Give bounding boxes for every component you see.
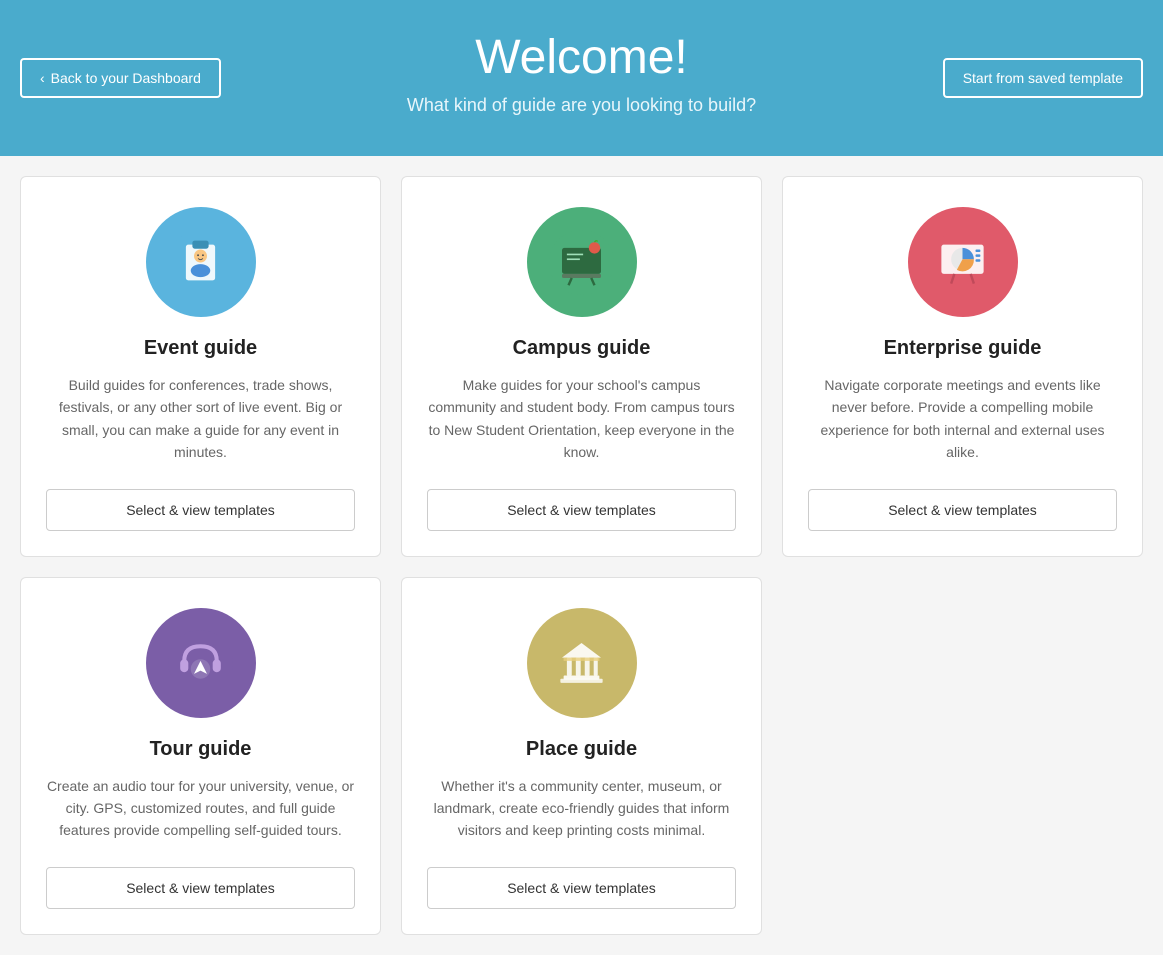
card-grid-bottom: Tour guide Create an audio tour for your… <box>0 577 1163 955</box>
tour-guide-card: Tour guide Create an audio tour for your… <box>20 577 381 935</box>
card-grid-top: Event guide Build guides for conferences… <box>0 156 1163 577</box>
enterprise-guide-card: Enterprise guide Navigate corporate meet… <box>782 176 1143 557</box>
place-guide-card: Place guide Whether it's a community cen… <box>401 577 762 935</box>
campus-guide-icon <box>527 207 637 317</box>
tour-guide-icon <box>146 608 256 718</box>
campus-guide-title: Campus guide <box>513 337 651 360</box>
campus-guide-select-button[interactable]: Select & view templates <box>427 489 736 531</box>
event-guide-icon <box>146 207 256 317</box>
back-to-dashboard-button[interactable]: ‹ Back to your Dashboard <box>20 58 221 98</box>
tour-guide-description: Create an audio tour for your university… <box>46 775 355 842</box>
enterprise-guide-select-button[interactable]: Select & view templates <box>808 489 1117 531</box>
place-guide-select-button[interactable]: Select & view templates <box>427 867 736 909</box>
enterprise-guide-title: Enterprise guide <box>884 337 1042 360</box>
place-guide-icon <box>527 608 637 718</box>
page-subtitle: What kind of guide are you looking to bu… <box>20 95 1143 116</box>
enterprise-guide-icon <box>908 207 1018 317</box>
tour-guide-select-button[interactable]: Select & view templates <box>46 867 355 909</box>
event-guide-description: Build guides for conferences, trade show… <box>46 374 355 464</box>
header: ‹ Back to your Dashboard Welcome! What k… <box>0 0 1163 156</box>
campus-guide-card: Campus guide Make guides for your school… <box>401 176 762 557</box>
empty-grid-cell <box>782 577 1143 935</box>
place-guide-description: Whether it's a community center, museum,… <box>427 775 736 842</box>
event-guide-select-button[interactable]: Select & view templates <box>46 489 355 531</box>
start-from-saved-template-button[interactable]: Start from saved template <box>943 58 1143 98</box>
enterprise-guide-description: Navigate corporate meetings and events l… <box>808 374 1117 464</box>
event-guide-card: Event guide Build guides for conferences… <box>20 176 381 557</box>
place-guide-title: Place guide <box>526 738 637 761</box>
event-guide-title: Event guide <box>144 337 257 360</box>
tour-guide-title: Tour guide <box>150 738 252 761</box>
campus-guide-description: Make guides for your school's campus com… <box>427 374 736 464</box>
chevron-left-icon: ‹ <box>40 70 45 86</box>
